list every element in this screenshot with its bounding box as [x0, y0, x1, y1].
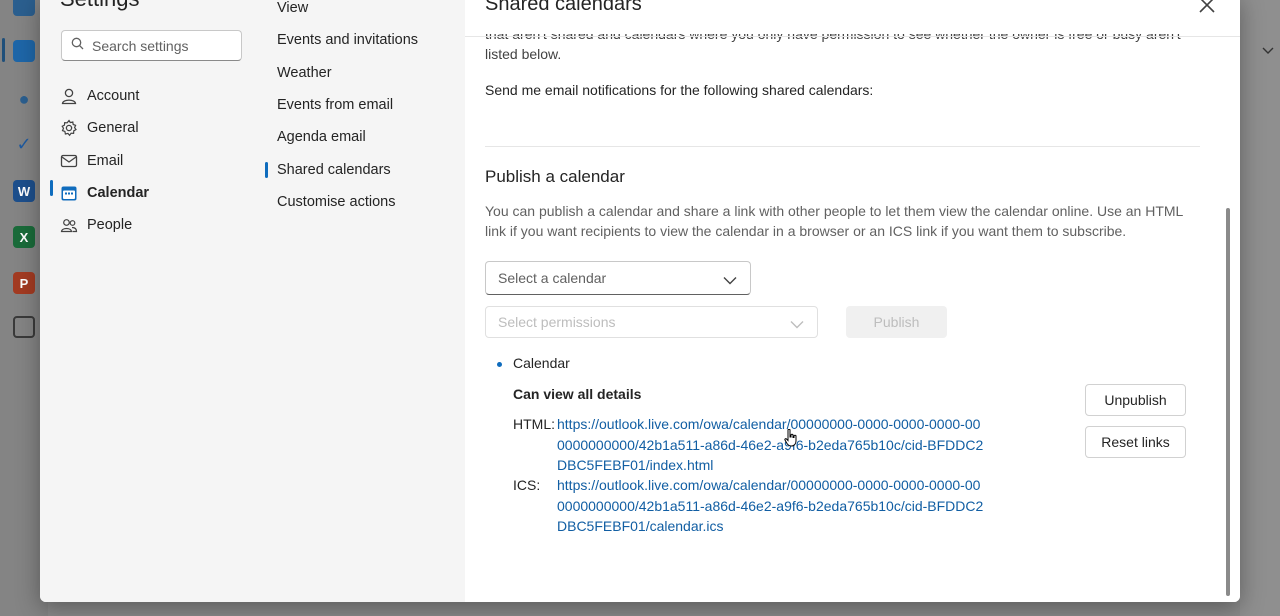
calendar-app-icon[interactable]: [13, 40, 35, 62]
subcategory-shared-calendars[interactable]: Shared calendars: [277, 162, 391, 178]
category-general[interactable]: General: [60, 114, 139, 142]
mail-icon: [60, 152, 78, 170]
todo-app-icon[interactable]: ✓: [13, 133, 35, 155]
select-calendar-placeholder: Select a calendar: [498, 270, 607, 286]
published-calendar-name: Calendar: [513, 355, 570, 371]
publish-button[interactable]: Publish: [846, 306, 947, 338]
search-box[interactable]: [61, 30, 242, 61]
content-scrollbar[interactable]: [1226, 208, 1230, 596]
select-permissions-placeholder: Select permissions: [498, 314, 616, 330]
page-title: Shared calendars: [485, 0, 642, 15]
subcategory-agenda-email[interactable]: Agenda email: [277, 129, 366, 145]
settings-title: Settings: [60, 0, 140, 12]
chevron-down-icon: [790, 316, 804, 332]
word-app-icon[interactable]: W: [13, 180, 35, 202]
subcategory-events-from-email[interactable]: Events from email: [277, 97, 393, 113]
category-label: General: [87, 120, 139, 136]
notify-shared-calendars-text: Send me email notifications for the foll…: [485, 82, 874, 98]
search-input[interactable]: [92, 37, 232, 54]
close-icon[interactable]: [1196, 0, 1220, 18]
chevron-down-icon: [1262, 42, 1274, 60]
header-divider: [465, 36, 1240, 37]
category-label: Calendar: [87, 185, 150, 201]
published-permission: Can view all details: [513, 386, 642, 402]
outlook-mail-icon[interactable]: [13, 0, 35, 16]
more-apps-icon[interactable]: [13, 316, 35, 338]
category-label: Account: [87, 88, 140, 104]
subcategory-view[interactable]: View: [277, 0, 308, 16]
excel-app-icon[interactable]: X: [13, 226, 35, 248]
subcategory-selection-indicator: [265, 162, 268, 178]
calendar-subcategory-nav: View Events and invitations Weather Even…: [265, 0, 465, 602]
category-account[interactable]: Account: [60, 82, 139, 110]
subcategory-events-and-invitations[interactable]: Events and invitations: [277, 32, 418, 48]
hand-cursor-icon: [784, 428, 798, 452]
reset-links-button[interactable]: Reset links: [1085, 426, 1186, 458]
people-app-icon[interactable]: ●: [13, 88, 35, 110]
category-label: Email: [87, 153, 124, 169]
search-icon: [71, 37, 84, 55]
select-calendar-dropdown[interactable]: Select a calendar: [485, 261, 751, 295]
gear-icon: [60, 119, 78, 137]
ics-link[interactable]: https://outlook.live.com/owa/calendar/00…: [557, 475, 987, 537]
rail-selection-indicator: [2, 38, 5, 62]
category-label: People: [87, 217, 133, 233]
section-divider: [485, 146, 1200, 147]
settings-dialog: Settings Account General Email: [40, 0, 1240, 602]
category-selection-indicator: [50, 180, 53, 196]
subcategory-customise-actions[interactable]: Customise actions: [277, 194, 395, 210]
settings-content-pane: that aren't shared and calendars where y…: [465, 0, 1240, 602]
html-link-label: HTML:: [513, 416, 555, 432]
ics-link-label: ICS:: [513, 477, 541, 493]
publish-section-title: Publish a calendar: [485, 167, 625, 186]
people-icon: [60, 216, 78, 234]
select-permissions-dropdown[interactable]: Select permissions: [485, 306, 818, 338]
category-email[interactable]: Email: [60, 147, 123, 175]
html-link[interactable]: https://outlook.live.com/owa/calendar/00…: [557, 414, 987, 476]
category-calendar[interactable]: Calendar: [60, 179, 149, 207]
category-people[interactable]: People: [60, 211, 132, 239]
background-right-pane: [1240, 0, 1280, 616]
chevron-down-icon: [723, 272, 737, 288]
publish-description: You can publish a calendar and share a l…: [485, 203, 1183, 239]
unpublish-button[interactable]: Unpublish: [1085, 384, 1186, 416]
person-icon: [60, 87, 78, 105]
powerpoint-app-icon[interactable]: P: [13, 272, 35, 294]
bullet-icon: [497, 362, 502, 367]
calendar-icon: [60, 184, 78, 202]
subcategory-weather[interactable]: Weather: [277, 65, 332, 81]
settings-category-nav: Settings Account General Email: [40, 0, 265, 602]
